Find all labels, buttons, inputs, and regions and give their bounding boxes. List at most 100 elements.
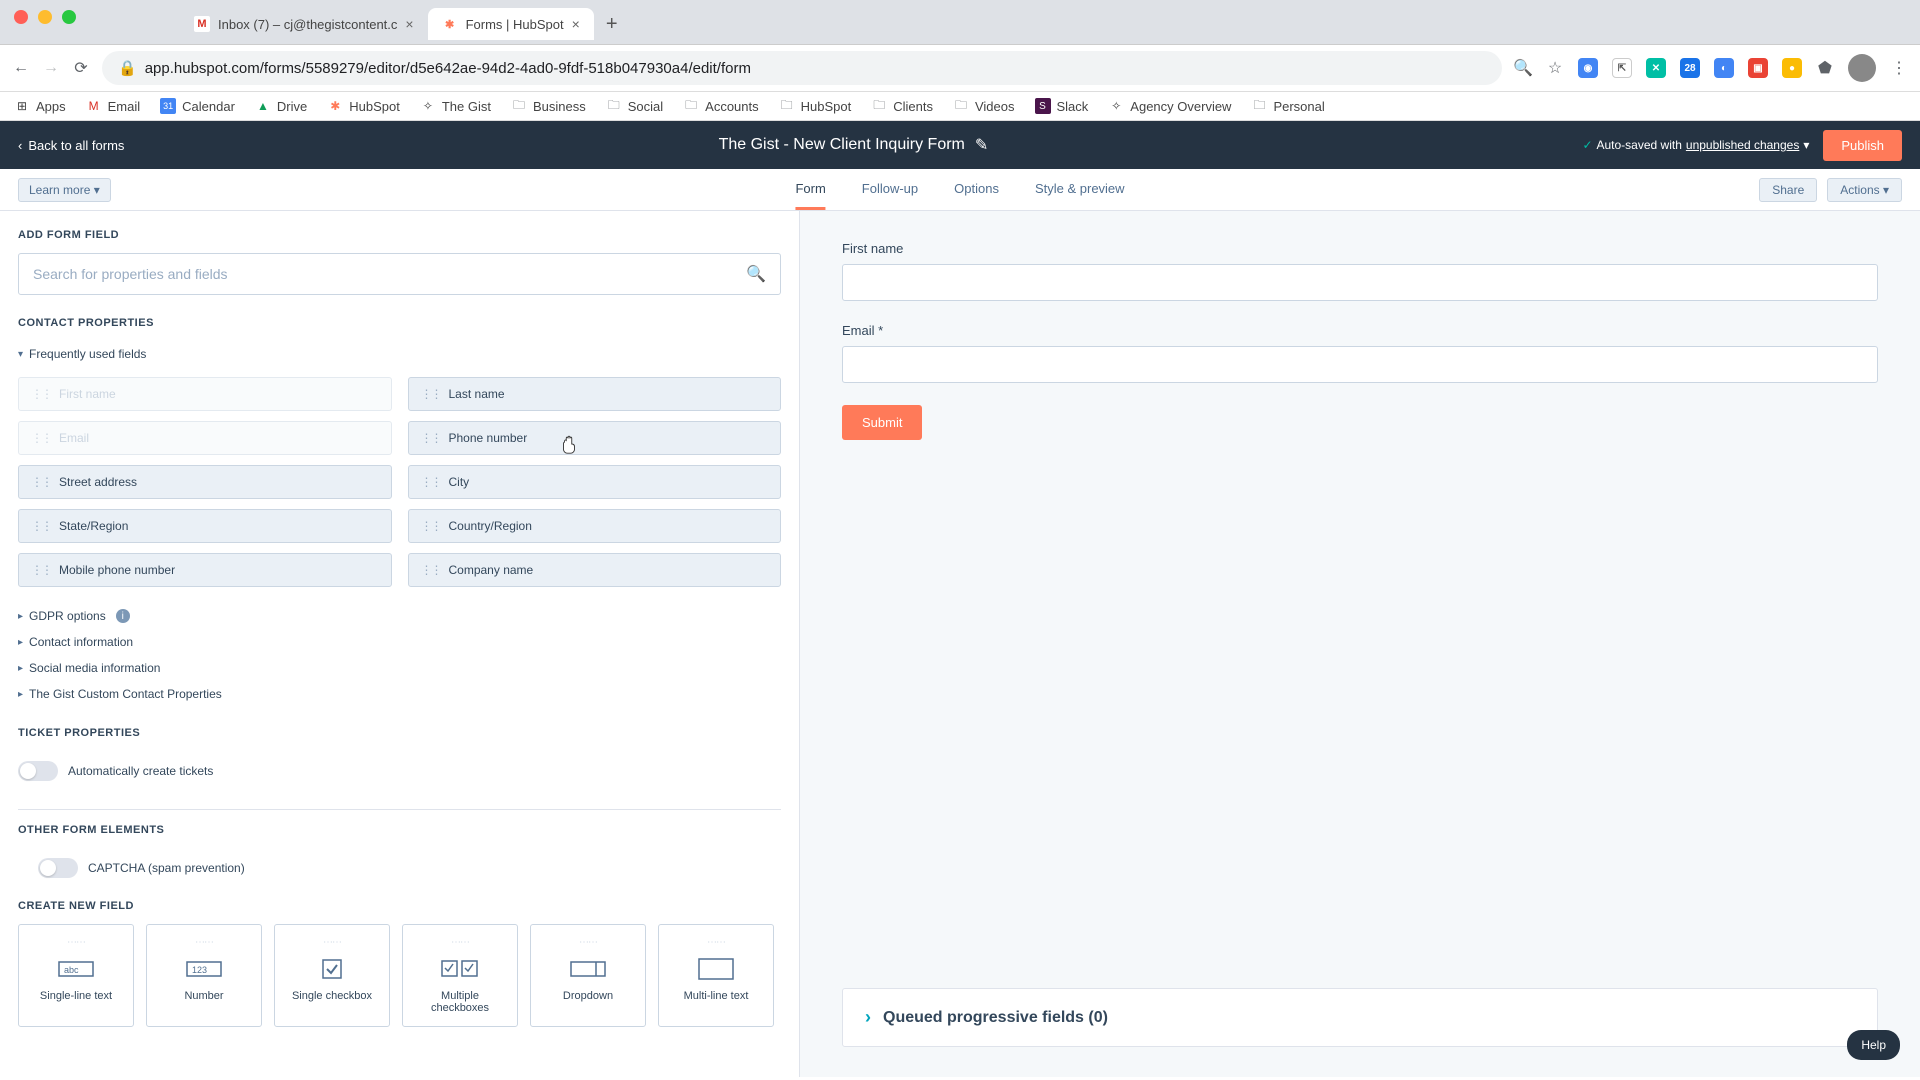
extensions-icon[interactable]: ⬟ [1816, 59, 1834, 77]
ext-icon[interactable]: ● [1782, 58, 1802, 78]
bookmark-accounts[interactable]: 🗀Accounts [683, 98, 758, 114]
ext-icon[interactable]: ✕ [1646, 58, 1666, 78]
field-label: Phone number [449, 431, 528, 445]
tab-follow-up[interactable]: Follow-up [862, 169, 918, 210]
tab-style-preview[interactable]: Style & preview [1035, 169, 1125, 210]
first-name-input[interactable] [842, 264, 1878, 301]
grip-icon: ⋮⋮ [31, 563, 51, 577]
bookmark-videos[interactable]: 🗀Videos [953, 98, 1015, 114]
bookmark-label: Apps [36, 99, 66, 114]
grip-icon: ⋯⋯ [707, 937, 725, 948]
url-text: app.hubspot.com/forms/5589279/editor/d5e… [145, 60, 751, 77]
gmail-icon: M [194, 16, 210, 32]
email-input[interactable] [842, 346, 1878, 383]
star-icon[interactable]: ☆ [1546, 59, 1564, 77]
bookmark-label: Drive [277, 99, 307, 114]
new-multi-line-text[interactable]: ⋯⋯ Multi-line text [658, 924, 774, 1027]
minimize-window-icon[interactable] [38, 10, 52, 24]
tab-inbox[interactable]: M Inbox (7) – cj@thegistcontent.c × [180, 8, 428, 40]
left-panel: ADD FORM FIELD 🔍 CONTACT PROPERTIES ▾ Fr… [0, 211, 800, 1077]
field-mobile-phone[interactable]: ⋮⋮ Mobile phone number [18, 553, 392, 587]
bookmark-label: The Gist [442, 99, 491, 114]
caret-down-icon: ▾ [18, 349, 23, 360]
extension-icons: 🔍 ☆ ◉ ⇱ ✕ 28 ◐ ▣ ● ⬟ ⋮ [1514, 54, 1908, 82]
textarea-icon [696, 956, 736, 982]
ext-icon[interactable]: ◐ [1714, 58, 1734, 78]
field-street-address[interactable]: ⋮⋮Street address [18, 465, 392, 499]
bookmark-social[interactable]: 🗀Social [606, 98, 663, 114]
preview-field-first-name[interactable]: First name [842, 241, 1878, 301]
search-field-box[interactable]: 🔍 [18, 253, 781, 295]
reload-icon[interactable]: ⟳ [72, 59, 90, 77]
learn-more-button[interactable]: Learn more ▾ [18, 178, 111, 202]
bookmark-gist[interactable]: ✧The Gist [420, 98, 491, 114]
close-window-icon[interactable] [14, 10, 28, 24]
bookmark-business[interactable]: 🗀 Business [511, 98, 586, 114]
field-city[interactable]: ⋮⋮City [408, 465, 782, 499]
new-single-checkbox[interactable]: ⋯⋯ Single checkbox [274, 924, 390, 1027]
social-media-group[interactable]: ▸ Social media information [18, 655, 781, 681]
custom-properties-group[interactable]: ▸ The Gist Custom Contact Properties [18, 681, 781, 707]
avatar[interactable] [1848, 54, 1876, 82]
bookmark-apps[interactable]: ⊞Apps [14, 98, 66, 114]
bookmark-email[interactable]: MEmail [86, 98, 141, 114]
edit-title-icon[interactable]: ✎ [975, 135, 988, 155]
bookmark-slack[interactable]: SSlack [1035, 98, 1089, 114]
close-tab-icon[interactable]: × [572, 16, 580, 32]
bookmark-hubspot-folder[interactable]: 🗀HubSpot [779, 98, 852, 114]
share-button[interactable]: Share [1759, 178, 1817, 202]
help-button[interactable]: Help [1847, 1030, 1900, 1060]
new-tab-button[interactable]: + [594, 13, 630, 36]
ext-icon[interactable]: 28 [1680, 58, 1700, 78]
search-input[interactable] [33, 266, 746, 282]
preview-field-email[interactable]: Email * [842, 323, 1878, 383]
gmail-icon: M [86, 98, 102, 114]
zoom-icon[interactable]: 🔍 [1514, 59, 1532, 77]
captcha-toggle[interactable] [38, 858, 78, 878]
actions-button[interactable]: Actions ▾ [1827, 178, 1902, 202]
search-icon: 🔍 [746, 264, 766, 284]
auto-tickets-toggle[interactable] [18, 761, 58, 781]
tab-options[interactable]: Options [954, 169, 999, 210]
maximize-window-icon[interactable] [62, 10, 76, 24]
bookmark-label: Business [533, 99, 586, 114]
field-state-region[interactable]: ⋮⋮State/Region [18, 509, 392, 543]
menu-icon[interactable]: ⋮ [1890, 59, 1908, 77]
new-single-line-text[interactable]: ⋯⋯ abc Single-line text [18, 924, 134, 1027]
frequently-used-fields-group[interactable]: ▾ Frequently used fields [18, 341, 781, 367]
field-company-name[interactable]: ⋮⋮Company name [408, 553, 782, 587]
grip-icon: ⋮⋮ [421, 431, 441, 445]
bookmark-drive[interactable]: ▲Drive [255, 98, 307, 114]
bookmark-agency[interactable]: ✧Agency Overview [1108, 98, 1231, 114]
caret-right-icon: ▸ [18, 637, 23, 648]
back-to-forms-link[interactable]: ‹ Back to all forms [18, 138, 124, 153]
gdpr-options-group[interactable]: ▸ GDPR options i [18, 603, 781, 629]
contact-info-group[interactable]: ▸ Contact information [18, 629, 781, 655]
url-bar[interactable]: 🔒 app.hubspot.com/forms/5589279/editor/d… [102, 51, 1502, 85]
tab-form[interactable]: Form [795, 169, 825, 210]
queued-progressive-fields[interactable]: › Queued progressive fields (0) [842, 988, 1878, 1047]
ext-icon[interactable]: ⇱ [1612, 58, 1632, 78]
bookmark-clients[interactable]: 🗀Clients [871, 98, 933, 114]
new-number[interactable]: ⋯⋯ 123 Number [146, 924, 262, 1027]
field-last-name[interactable]: ⋮⋮Last name [408, 377, 782, 411]
field-grid: ⋮⋮First name ⋮⋮Last name ⋮⋮Email ⋮⋮Phone… [18, 377, 781, 587]
ext-icon[interactable]: ▣ [1748, 58, 1768, 78]
new-multiple-checkboxes[interactable]: ⋯⋯ Multiple checkboxes [402, 924, 518, 1027]
field-label: Mobile phone number [59, 563, 175, 577]
bookmark-hubspot[interactable]: ✱HubSpot [327, 98, 400, 114]
field-phone-number[interactable]: ⋮⋮ Phone number [408, 421, 782, 455]
close-tab-icon[interactable]: × [405, 16, 413, 32]
bookmark-calendar[interactable]: 31Calendar [160, 98, 235, 114]
new-dropdown[interactable]: ⋯⋯ Dropdown [530, 924, 646, 1027]
folder-icon: 🗀 [511, 98, 527, 114]
bookmark-personal[interactable]: 🗀Personal [1251, 98, 1324, 114]
field-country-region[interactable]: ⋮⋮Country/Region [408, 509, 782, 543]
publish-button[interactable]: Publish [1823, 130, 1902, 161]
back-icon[interactable]: ← [12, 59, 30, 77]
ext-icon[interactable]: ◉ [1578, 58, 1598, 78]
forward-icon[interactable]: → [42, 59, 60, 77]
autosave-status[interactable]: ✓ Auto-saved with unpublished changes ▾ [1582, 138, 1809, 152]
tab-hubspot[interactable]: ✱ Forms | HubSpot × [428, 8, 594, 40]
submit-button[interactable]: Submit [842, 405, 922, 440]
